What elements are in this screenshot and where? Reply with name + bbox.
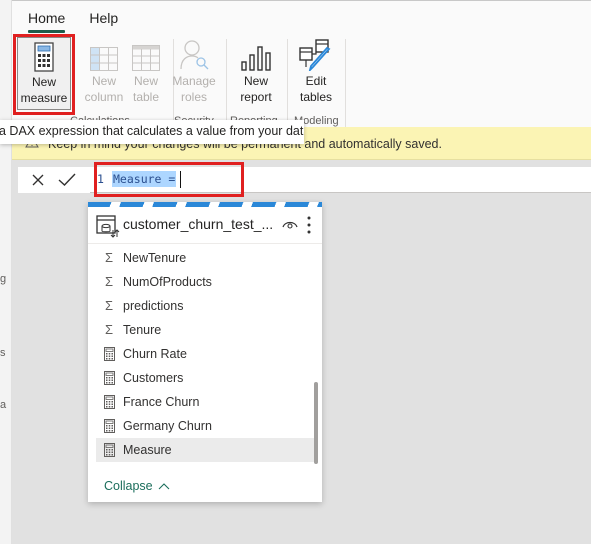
ribbon: Home Help New measure New column New tab…	[12, 0, 591, 127]
tab-home[interactable]: Home	[28, 9, 77, 35]
sigma-icon: Σ	[104, 250, 114, 265]
eye-icon[interactable]	[282, 217, 298, 235]
panel-text-fragment: s	[0, 347, 6, 359]
field-label: NewTenure	[123, 251, 187, 265]
calculator-icon	[102, 342, 116, 366]
field-item-measure[interactable]: Measure	[96, 438, 316, 462]
field-list: Σ NewTenure Σ NumOfProducts Σpredictions Σ…	[88, 246, 316, 462]
panel-text-fragment: g	[0, 273, 7, 285]
edit-tables-button[interactable]: Edit tables	[288, 37, 344, 113]
sigma-icon: Σ	[104, 298, 114, 313]
check-icon[interactable]	[56, 170, 76, 190]
ribbon-tabs: Home Help	[28, 9, 130, 35]
group-separator	[226, 39, 227, 127]
field-item-predictions[interactable]: Σpredictions	[96, 294, 316, 318]
calculator-icon	[102, 438, 116, 462]
table-icon	[96, 214, 120, 243]
new-measure-label-2: measure	[20, 91, 68, 105]
field-label: Churn Rate	[123, 347, 187, 361]
manage-roles-label-1: Manage	[172, 74, 216, 88]
panel-text-fragment: a	[0, 399, 7, 411]
bar-chart-icon	[228, 37, 284, 73]
formula-bar: 1 Measure =	[12, 166, 591, 194]
field-item-newtenure[interactable]: Σ NewTenure	[96, 246, 316, 270]
field-label: NumOfProducts	[123, 275, 212, 289]
field-label: Tenure	[123, 323, 162, 337]
sigma-icon: Σ	[104, 274, 114, 289]
line-number: 1	[97, 172, 104, 186]
left-panel-edge: g s a	[0, 0, 12, 544]
formula-bar-actions	[18, 167, 94, 193]
field-label: Germany Churn	[123, 419, 212, 433]
manage-roles-button[interactable]: Manage roles	[166, 37, 222, 113]
sigma-icon: Σ	[104, 322, 114, 337]
field-item-numofproducts[interactable]: Σ NumOfProducts	[96, 270, 316, 294]
new-report-label-2: report	[240, 90, 272, 104]
formula-code: Measure =	[112, 171, 177, 187]
field-item-churn-rate[interactable]: Churn Rate	[96, 342, 316, 366]
field-label: predictions	[123, 299, 184, 313]
field-item-france-churn[interactable]: France Churn	[96, 390, 316, 414]
tooltip-text: a DAX expression that calculates a value…	[0, 124, 304, 138]
table-name: customer_churn_test_...	[123, 216, 274, 232]
edit-tables-label-1: Edit	[305, 74, 327, 88]
collapse-button[interactable]: Collapse	[104, 479, 170, 493]
manage-roles-label-2: roles	[180, 90, 207, 104]
chevron-up-icon	[158, 483, 170, 490]
field-label: Measure	[123, 443, 172, 457]
new-measure-label-1: New	[31, 75, 56, 89]
field-label: Customers	[123, 371, 184, 385]
loading-stripe	[88, 202, 322, 207]
user-key-icon	[166, 37, 222, 73]
dax-formula-input[interactable]: 1 Measure =	[90, 167, 591, 193]
edit-tables-icon	[288, 37, 344, 73]
field-list-scrollbar[interactable]	[314, 382, 318, 464]
more-options-icon[interactable]	[304, 214, 314, 236]
field-list-header: customer_churn_test_...	[88, 208, 322, 244]
calculator-icon	[102, 414, 116, 438]
calculator-icon	[18, 38, 70, 74]
edit-tables-label-2: tables	[299, 90, 333, 104]
new-measure-button[interactable]: New measure	[17, 37, 71, 110]
field-list-popup: customer_churn_test_... Σ NewTenure Σ NumO…	[88, 202, 322, 502]
text-caret	[180, 171, 181, 188]
calculator-icon	[102, 366, 116, 390]
field-item-tenure[interactable]: Σ Tenure	[96, 318, 316, 342]
group-separator	[345, 39, 346, 127]
new-report-label-1: New	[243, 74, 268, 88]
tooltip: a DAX expression that calculates a value…	[0, 120, 304, 144]
close-icon[interactable]	[28, 170, 48, 190]
calculator-icon	[102, 390, 116, 414]
field-item-germany-churn[interactable]: Germany Churn	[96, 414, 316, 438]
tab-help[interactable]: Help	[77, 9, 130, 35]
field-item-customers[interactable]: Customers	[96, 366, 316, 390]
new-report-button[interactable]: New report	[228, 37, 284, 113]
collapse-label: Collapse	[104, 479, 153, 493]
field-label: France Churn	[123, 395, 200, 409]
